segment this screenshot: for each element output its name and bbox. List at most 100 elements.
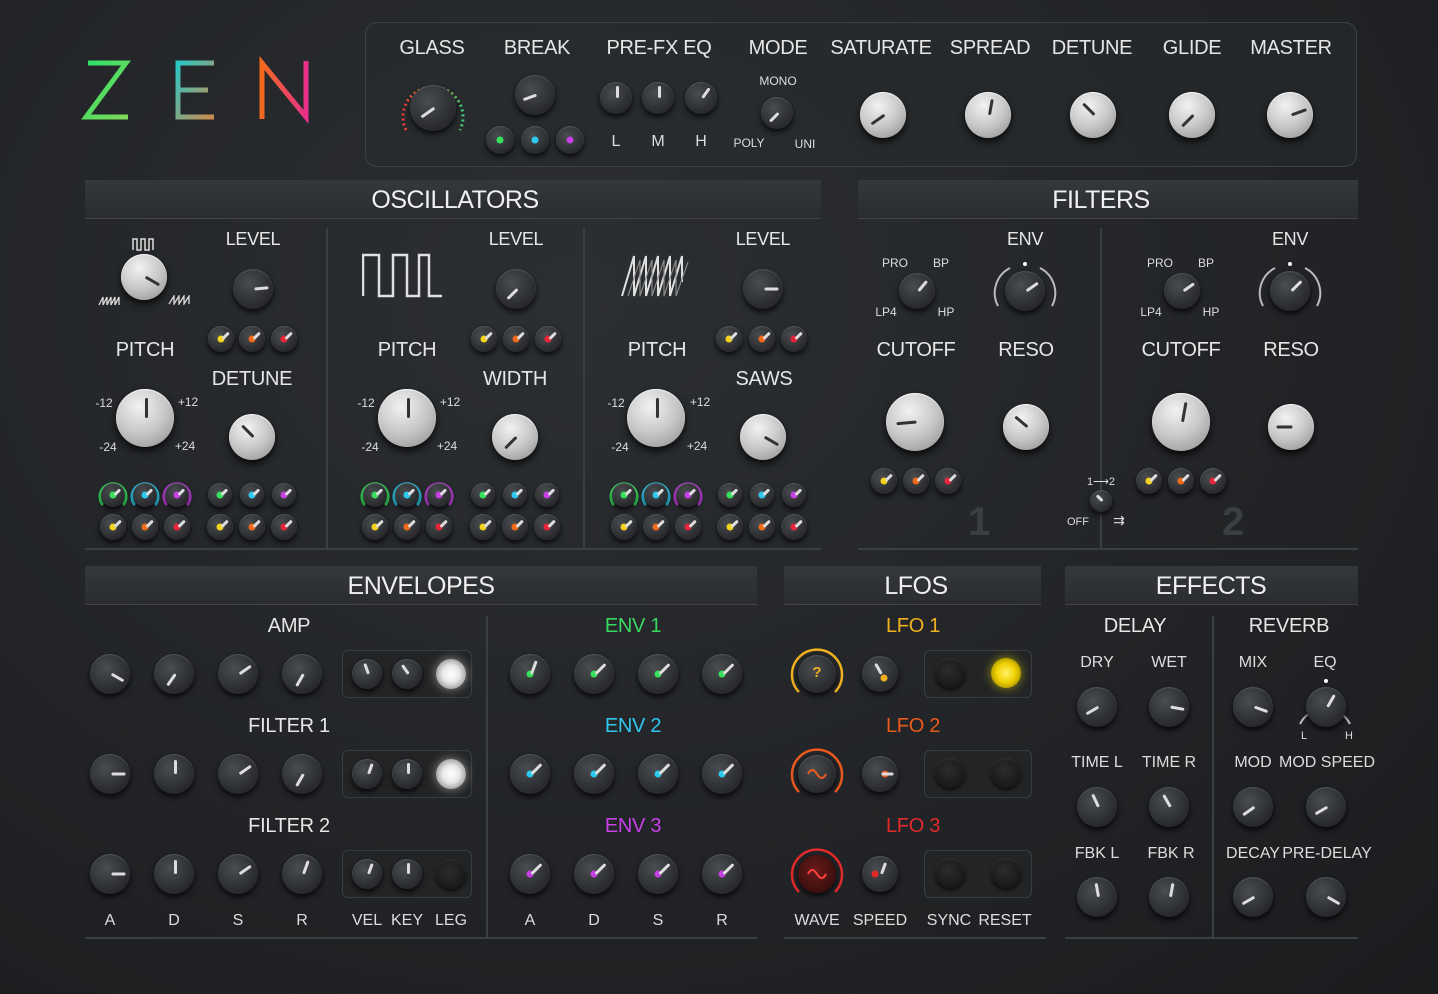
amp-vel-knob[interactable] [352, 659, 382, 689]
filter-routing-switch[interactable] [1090, 490, 1112, 512]
osc1-wave-knob[interactable] [121, 254, 167, 300]
filter2-env-knob[interactable] [1270, 271, 1310, 311]
delay-time-r-knob[interactable] [1149, 787, 1189, 827]
osc1-level-knob[interactable] [233, 269, 273, 309]
reverb-mod-speed-knob[interactable] [1306, 787, 1346, 827]
env2-s-knob[interactable] [638, 754, 678, 794]
osc2-mod-1[interactable] [363, 483, 387, 507]
lfo2-reset-button[interactable] [991, 758, 1021, 788]
mode-switch[interactable] [761, 97, 793, 129]
saturate-knob[interactable] [860, 92, 906, 138]
osc3-mod-1[interactable] [612, 483, 636, 507]
lfo2-speed-knob[interactable] [862, 756, 898, 792]
filter2-vel-knob[interactable] [352, 859, 382, 889]
spread-knob[interactable] [965, 92, 1011, 138]
env2-a-knob[interactable] [510, 754, 550, 794]
osc2-level-mod-3[interactable] [535, 326, 561, 352]
osc2-vel-mod-3[interactable] [426, 514, 452, 540]
osc1-level-mod-1[interactable] [208, 326, 234, 352]
osc1-mod-5[interactable] [240, 483, 264, 507]
env2-d-knob[interactable] [574, 754, 614, 794]
lfo1-reset-button[interactable] [991, 658, 1021, 688]
osc2-mod-5[interactable] [503, 483, 527, 507]
osc3-level-mod-2[interactable] [749, 326, 775, 352]
break-knob[interactable] [515, 75, 555, 115]
lfo3-sync-button[interactable] [935, 858, 965, 888]
filter1-a-knob[interactable] [90, 754, 130, 794]
env3-d-knob[interactable] [574, 854, 614, 894]
amp-key-knob[interactable] [392, 659, 422, 689]
osc3-vel-mod-5[interactable] [749, 514, 775, 540]
osc1-mod-1[interactable] [101, 483, 125, 507]
osc3-mod-2[interactable] [644, 483, 668, 507]
env2-r-knob[interactable] [702, 754, 742, 794]
osc2-mod-3[interactable] [427, 483, 451, 507]
glide-knob[interactable] [1169, 92, 1215, 138]
amp-legato-button[interactable] [436, 659, 466, 689]
amp-a-knob[interactable] [90, 654, 130, 694]
amp-s-knob[interactable] [218, 654, 258, 694]
osc2-level-knob[interactable] [496, 269, 536, 309]
osc3-vel-mod-2[interactable] [643, 514, 669, 540]
lfo1-wave-knob[interactable]: ? [798, 655, 836, 693]
lfo1-speed-knob[interactable] [862, 656, 898, 692]
filter1-type-knob[interactable] [899, 273, 935, 309]
osc2-vel-mod-6[interactable] [534, 514, 560, 540]
filter1-mod-1[interactable] [871, 468, 897, 494]
osc3-vel-mod-1[interactable] [611, 514, 637, 540]
filter2-a-knob[interactable] [90, 854, 130, 894]
delay-time-l-knob[interactable] [1077, 787, 1117, 827]
osc2-vel-mod-2[interactable] [394, 514, 420, 540]
osc3-level-knob[interactable] [743, 269, 783, 309]
osc2-vel-mod-1[interactable] [362, 514, 388, 540]
osc1-mod-2[interactable] [133, 483, 157, 507]
reverb-predelay-knob[interactable] [1306, 877, 1346, 917]
osc3-mod-5[interactable] [750, 483, 774, 507]
delay-wet-knob[interactable] [1149, 687, 1189, 727]
osc1-mod-4[interactable] [208, 483, 232, 507]
eq-high-knob[interactable] [685, 82, 717, 114]
osc2-mod-2[interactable] [395, 483, 419, 507]
reverb-mix-knob[interactable] [1233, 687, 1273, 727]
filter2-mod-3[interactable] [1200, 468, 1226, 494]
filter1-r-knob[interactable] [282, 754, 322, 794]
filter1-env-knob[interactable] [1005, 271, 1045, 311]
reverb-eq-knob[interactable] [1306, 687, 1346, 727]
osc1-vel-mod-4[interactable] [207, 514, 233, 540]
filter2-reso-knob[interactable] [1268, 404, 1314, 450]
filter2-d-knob[interactable] [154, 854, 194, 894]
lfo1-sync-button[interactable] [935, 658, 965, 688]
filter1-reso-knob[interactable] [1003, 404, 1049, 450]
filter1-key-knob[interactable] [392, 759, 422, 789]
osc1-vel-mod-2[interactable] [132, 514, 158, 540]
lfo2-sync-button[interactable] [935, 758, 965, 788]
osc3-mod-6[interactable] [782, 483, 806, 507]
env1-d-knob[interactable] [574, 654, 614, 694]
filter2-key-knob[interactable] [392, 859, 422, 889]
osc3-vel-mod-6[interactable] [781, 514, 807, 540]
filter1-legato-button[interactable] [436, 759, 466, 789]
filter1-mod-3[interactable] [935, 468, 961, 494]
filter2-cutoff-knob[interactable] [1152, 393, 1210, 451]
osc1-vel-mod-6[interactable] [271, 514, 297, 540]
osc3-pitch-knob[interactable] [627, 389, 685, 447]
reverb-mod-knob[interactable] [1233, 787, 1273, 827]
osc2-level-mod-1[interactable] [471, 326, 497, 352]
osc1-vel-mod-1[interactable] [100, 514, 126, 540]
lfo3-reset-button[interactable] [991, 858, 1021, 888]
lfo3-wave-knob[interactable] [798, 855, 836, 893]
osc3-vel-mod-3[interactable] [675, 514, 701, 540]
osc3-level-mod-3[interactable] [781, 326, 807, 352]
delay-fbk-l-knob[interactable] [1077, 877, 1117, 917]
osc3-level-mod-1[interactable] [716, 326, 742, 352]
filter1-mod-2[interactable] [903, 468, 929, 494]
osc1-detune-knob[interactable] [229, 414, 275, 460]
detune-knob[interactable] [1070, 92, 1116, 138]
filter1-s-knob[interactable] [218, 754, 258, 794]
amp-d-knob[interactable] [154, 654, 194, 694]
env1-r-knob[interactable] [702, 654, 742, 694]
osc2-pitch-knob[interactable] [378, 389, 436, 447]
lfo2-wave-knob[interactable] [798, 755, 836, 793]
osc1-level-mod-3[interactable] [271, 326, 297, 352]
lfo3-speed-knob[interactable] [862, 856, 898, 892]
